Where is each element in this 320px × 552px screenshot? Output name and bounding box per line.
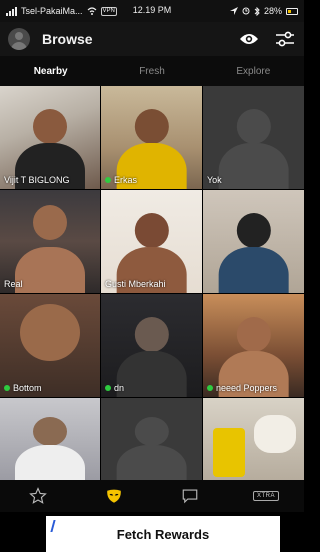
vpn-badge: VPN (100, 6, 117, 16)
nav-chats[interactable] (170, 484, 210, 508)
ad-logo-icon (50, 520, 60, 532)
top-bar: Browse (0, 22, 304, 56)
ad-card[interactable]: Fetch Rewards (46, 516, 280, 552)
profile-label: Erkas (105, 175, 137, 185)
profile-label: Vijit T BIGLONG (4, 175, 70, 185)
page-title: Browse (42, 31, 93, 47)
star-icon (29, 487, 47, 504)
location-icon (229, 7, 238, 15)
profile-card[interactable] (101, 398, 202, 483)
profile-label: Bottom (4, 383, 42, 393)
nav-xtra[interactable]: XTRA (246, 484, 286, 508)
default-avatar-placeholder (101, 398, 202, 483)
profile-name: Vijit T BIGLONG (4, 175, 70, 185)
profile-name: Erkas (114, 175, 138, 185)
avatar[interactable] (8, 28, 30, 50)
profile-name: Gusti Mberkahi (105, 279, 166, 289)
profile-grid: Vijit T BIGLONG Erkas Yok Real Gusti Mbe… (0, 86, 304, 483)
profile-name: Real (4, 279, 23, 289)
profile-card[interactable]: Real (0, 190, 100, 293)
tab-label: Fresh (139, 65, 165, 77)
tab-nearby[interactable]: Nearby (0, 56, 101, 86)
profile-name: dn (114, 383, 125, 393)
profile-card[interactable] (0, 398, 100, 483)
online-indicator (105, 177, 111, 183)
online-indicator (207, 385, 213, 391)
profile-card[interactable]: dn (101, 294, 202, 397)
online-indicator (105, 385, 111, 391)
grindr-mask-icon (107, 489, 121, 503)
bottom-nav: XTRA (0, 480, 304, 512)
profile-name: neeed Poppers (216, 383, 278, 393)
xtra-badge: XTRA (252, 491, 279, 501)
profile-label: dn (105, 383, 124, 393)
profile-label: Real (4, 279, 23, 289)
status-bar: Tsel-PakaiMa... VPN 12.19 PM 28% (0, 0, 304, 22)
wifi-icon (87, 7, 96, 15)
nav-favorites[interactable] (18, 484, 58, 508)
bluetooth-icon (254, 6, 260, 16)
profile-card[interactable]: Bottom (0, 294, 100, 397)
profile-card[interactable] (203, 190, 304, 293)
profile-card[interactable]: Gusti Mberkahi (101, 190, 202, 293)
chat-icon (182, 489, 198, 504)
battery-icon (286, 7, 298, 15)
signal-icon (6, 6, 17, 16)
profile-label: Yok (207, 175, 222, 185)
tab-explore[interactable]: Explore (203, 56, 304, 86)
battery-percent: 28% (263, 6, 282, 16)
default-avatar-placeholder (203, 86, 304, 189)
tab-fresh[interactable]: Fresh (101, 56, 202, 86)
browse-tabs: Nearby Fresh Explore (0, 56, 304, 86)
profile-card[interactable]: neeed Poppers (203, 294, 304, 397)
nav-browse[interactable] (94, 484, 134, 508)
profile-card[interactable]: Vijit T BIGLONG (0, 86, 100, 189)
eye-icon (240, 34, 258, 44)
alarm-icon (242, 7, 250, 15)
profile-label: Gusti Mberkahi (105, 279, 166, 289)
profile-card[interactable] (203, 398, 304, 483)
profile-card[interactable]: Erkas (101, 86, 202, 189)
profile-name: Yok (207, 175, 222, 185)
eye-button[interactable] (238, 28, 260, 50)
tab-label: Explore (236, 65, 271, 77)
online-indicator (4, 385, 10, 391)
profile-name: Bottom (13, 383, 42, 393)
profile-card[interactable]: Yok (203, 86, 304, 189)
ad-banner: Fetch Rewards (0, 512, 304, 552)
filter-button[interactable] (274, 28, 296, 50)
filter-sliders-icon (276, 31, 294, 47)
tab-label: Nearby (33, 65, 68, 77)
ad-title: Fetch Rewards (116, 526, 210, 542)
profile-label: neeed Poppers (207, 383, 277, 393)
carrier-name: Tsel-PakaiMa... (21, 6, 83, 16)
